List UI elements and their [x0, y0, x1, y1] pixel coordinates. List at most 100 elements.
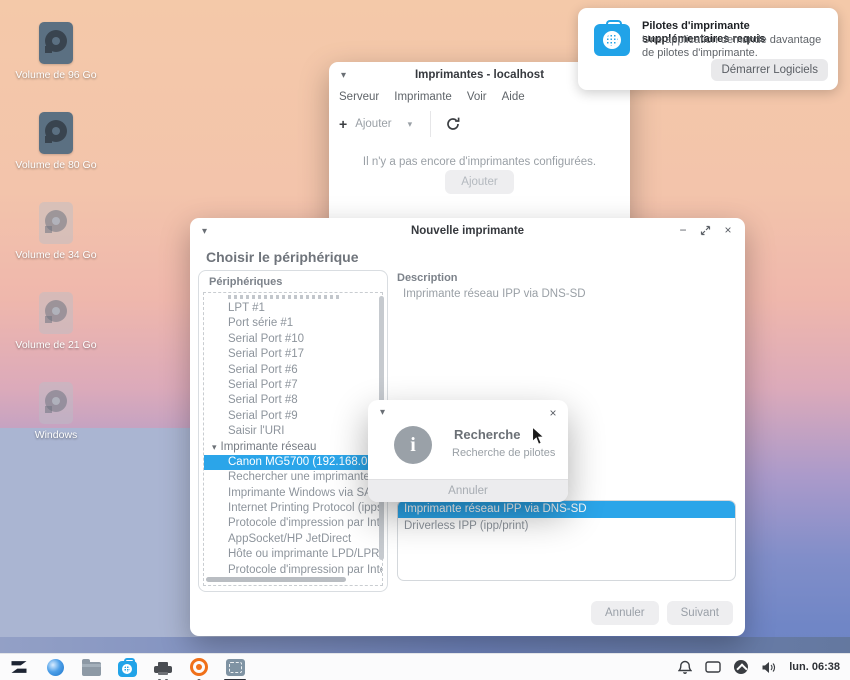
device-row-label: Internet Printing Protocol (ipps): [228, 502, 382, 514]
cancel-button[interactable]: Annuler: [591, 601, 659, 625]
device-row-label: Rechercher une imprimante réseau: [228, 471, 382, 483]
new-printer-titlebar[interactable]: ▾ Nouvelle imprimante: [190, 218, 745, 244]
device-row[interactable]: Protocole d'impression par Internet (: [204, 563, 382, 578]
notification-banner[interactable]: Pilotes d'imprimante supplémentaires req…: [578, 8, 838, 90]
drive-icon: [39, 202, 73, 244]
device-row[interactable]: Port série #1: [204, 316, 382, 331]
refresh-icon[interactable]: [445, 116, 461, 132]
device-row-label: Serial Port #7: [228, 379, 298, 391]
toolbar-divider: [430, 111, 431, 137]
device-row-label: Saisir l'URI: [228, 425, 285, 437]
device-row[interactable]: AppSocket/HP JetDirect: [204, 532, 382, 547]
device-row[interactable]: Serial Port #9: [204, 409, 382, 424]
connections-list[interactable]: Imprimante réseau IPP via DNS-SDDriverle…: [397, 500, 736, 581]
updates-arrow-icon[interactable]: [734, 660, 748, 674]
search-dialog-subtitle: Recherche de pilotes: [452, 447, 555, 459]
desktop-icon[interactable]: Volume de 80 Go: [8, 112, 104, 171]
menu-item-imprimante[interactable]: Imprimante: [394, 91, 452, 103]
notifications-bell-icon[interactable]: [678, 660, 692, 675]
menu-item-aide[interactable]: Aide: [502, 91, 525, 103]
device-row[interactable]: Serial Port #17: [204, 347, 382, 362]
device-row-label: Protocole d'impression par Internet (: [228, 564, 382, 576]
window-menu-caret-icon[interactable]: ▾: [202, 226, 207, 237]
menubar: Serveur Imprimante Voir Aide: [329, 88, 630, 108]
device-row[interactable]: Hôte ou imprimante LPD/LPR: [204, 547, 382, 562]
plus-icon[interactable]: +: [339, 116, 347, 132]
devices-list[interactable]: LPT #1Port série #1Serial Port #10Serial…: [203, 292, 383, 586]
zorin-menu-icon[interactable]: [8, 656, 30, 678]
desktop-icon[interactable]: Volume de 34 Go: [8, 202, 104, 261]
device-group-row[interactable]: ▾Imprimante réseau: [204, 440, 382, 455]
drive-icon: [39, 112, 73, 154]
device-row[interactable]: Canon MG5700 (192.168.0.106): [204, 455, 382, 470]
new-printer-title: Nouvelle imprimante: [190, 225, 745, 237]
page-title: Choisir le périphérique: [206, 249, 358, 265]
connection-row[interactable]: Driverless IPP (ipp/print): [398, 518, 735, 535]
software-printer-icon[interactable]: [116, 656, 138, 678]
toolbar-add-label[interactable]: Ajouter: [355, 118, 391, 130]
horizontal-scrollbar[interactable]: [206, 577, 346, 582]
browser-icon[interactable]: [44, 656, 66, 678]
device-row[interactable]: Protocole d'impression par Internet (: [204, 516, 382, 531]
start-software-button[interactable]: Démarrer Logiciels: [711, 59, 828, 81]
description-text: Imprimante réseau IPP via DNS-SD: [403, 288, 586, 300]
device-row[interactable]: Saisir l'URI: [204, 424, 382, 439]
desktop: Volume de 96 Go Volume de 80 Go Volume de …: [0, 0, 850, 680]
minimize-icon[interactable]: −: [674, 223, 692, 237]
description-label: Description: [397, 272, 458, 284]
clipped-list-row: [228, 295, 342, 299]
notification-body: Une application demande davantage de pil…: [642, 34, 822, 60]
toolbar: + Ajouter ▾: [329, 108, 630, 140]
device-row-label: Serial Port #9: [228, 410, 298, 422]
device-row[interactable]: Serial Port #6: [204, 363, 382, 378]
desktop-icon[interactable]: Volume de 96 Go: [8, 22, 104, 81]
device-row-label: Serial Port #6: [228, 364, 298, 376]
device-row[interactable]: Serial Port #7: [204, 378, 382, 393]
wallpaper-lake-band: [0, 637, 850, 653]
desktop-icon-label: Volume de 21 Go: [15, 339, 96, 351]
dropdown-caret-icon[interactable]: ▾: [408, 119, 413, 130]
search-dialog-title: Recherche: [454, 427, 520, 442]
printer-icon[interactable]: [152, 656, 174, 678]
updater-icon[interactable]: [188, 656, 210, 678]
device-row-label: Hôte ou imprimante LPD/LPR: [228, 548, 379, 560]
search-cancel-button[interactable]: Annuler: [368, 479, 568, 502]
mouse-cursor: [531, 426, 546, 447]
desktop-icon-label: Windows: [35, 429, 78, 441]
devices-panel-label: Périphériques: [209, 276, 282, 288]
menu-item-voir[interactable]: Voir: [467, 91, 487, 103]
close-icon[interactable]: ×: [546, 406, 560, 420]
device-row[interactable]: Rechercher une imprimante réseau: [204, 470, 382, 485]
connection-row[interactable]: Imprimante réseau IPP via DNS-SD: [398, 501, 735, 518]
device-row-label: Protocole d'impression par Internet (: [228, 517, 382, 529]
screenshot-tool-icon[interactable]: [224, 656, 246, 678]
next-button[interactable]: Suivant: [667, 601, 733, 625]
device-row[interactable]: Serial Port #10: [204, 332, 382, 347]
device-row[interactable]: Internet Printing Protocol (ipps): [204, 501, 382, 516]
window-menu-caret-icon[interactable]: ▾: [341, 70, 346, 81]
menu-item-serveur[interactable]: Serveur: [339, 91, 379, 103]
display-icon[interactable]: [705, 661, 721, 674]
drive-icon: [39, 382, 73, 424]
volume-icon[interactable]: [761, 661, 776, 674]
empty-state-text: Il n'y a pas encore d'imprimantes config…: [329, 156, 630, 168]
printer-driver-icon: [594, 24, 630, 56]
device-row[interactable]: LPT #1: [204, 301, 382, 316]
device-row-label: Canon MG5700 (192.168.0.106): [228, 456, 382, 468]
add-printer-button[interactable]: Ajouter: [445, 170, 513, 194]
files-icon[interactable]: [80, 656, 102, 678]
device-row[interactable]: Serial Port #8: [204, 393, 382, 408]
maximize-icon[interactable]: [700, 225, 711, 236]
taskbar: lun. 06:38: [0, 653, 850, 680]
desktop-icon[interactable]: Volume de 21 Go: [8, 292, 104, 351]
clock[interactable]: lun. 06:38: [789, 661, 840, 673]
device-row-label: Serial Port #17: [228, 348, 304, 360]
drive-icon: [39, 292, 73, 334]
close-icon[interactable]: ×: [719, 223, 737, 237]
device-row-label: Port série #1: [228, 317, 293, 329]
expander-icon[interactable]: ▾: [212, 442, 217, 452]
device-row[interactable]: Imprimante Windows via SAMBA: [204, 486, 382, 501]
device-row-label: Serial Port #8: [228, 394, 298, 406]
window-menu-caret-icon[interactable]: ▾: [380, 407, 385, 418]
desktop-icon[interactable]: Windows: [8, 382, 104, 441]
